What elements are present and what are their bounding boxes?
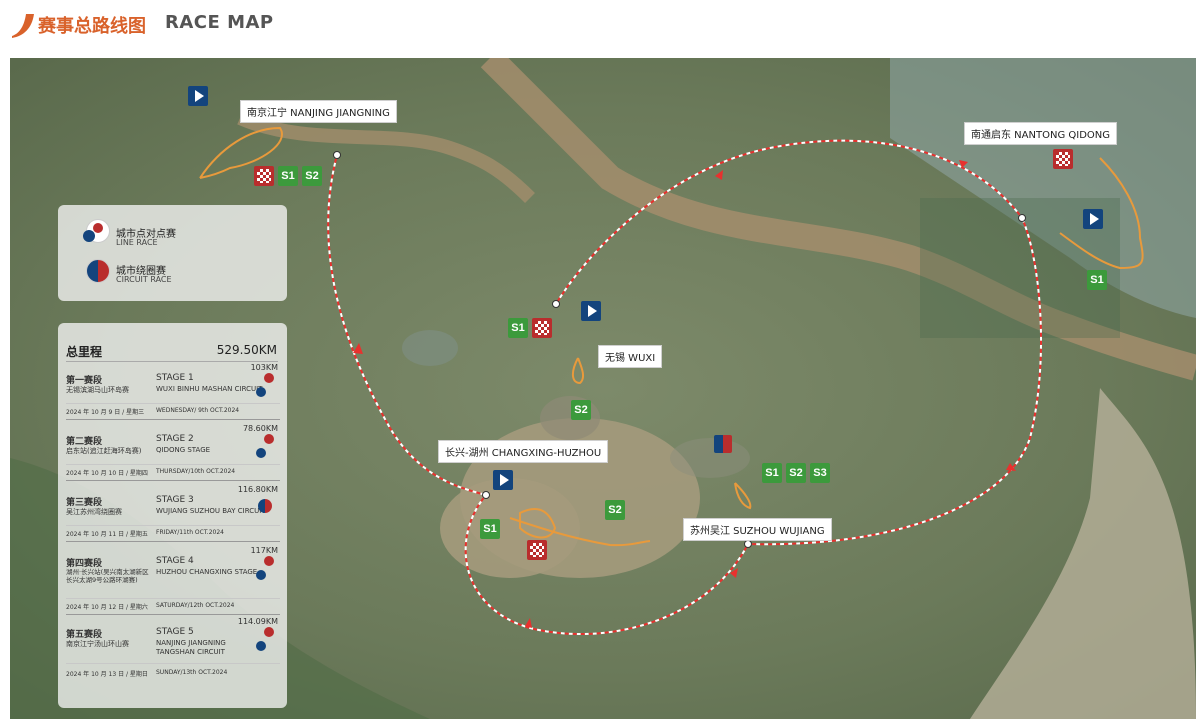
stage-badge-s1[interactable]: S1: [762, 463, 782, 483]
start-icon[interactable]: [493, 470, 513, 490]
stage-desc-en: WUJIANG SUZHOU BAY CIRCUIT: [156, 507, 266, 515]
stage-desc-en: HUZHOU CHANGXING STAGE: [156, 568, 258, 576]
stage-number-en: STAGE 3: [156, 495, 194, 505]
total-distance-label: 总里程: [66, 345, 103, 359]
stage-date-en: FRIDAY/11th OCT.2024: [156, 529, 224, 536]
stage-badge-s2[interactable]: S2: [786, 463, 806, 483]
stage-date-en: SATURDAY/12th OCT.2024: [156, 602, 235, 609]
stage-item-5[interactable]: 114.09KM 第五赛段 STAGE 5 南京江宁汤山环山赛 NANJING …: [66, 617, 280, 693]
stage-date-cn: 2024 年 10 月 11 日 / 星期五: [66, 531, 148, 538]
start-icon[interactable]: [188, 86, 208, 106]
stages-panel: 总里程 529.50KM 103KM 第一赛段 STAGE 1 无锡滨湖马山环岛…: [58, 323, 287, 708]
start-icon: [256, 387, 266, 397]
circuit-race-icon[interactable]: [714, 435, 732, 453]
stage-badge-s2[interactable]: S2: [571, 400, 591, 420]
legend-line-en: LINE RACE: [116, 238, 158, 247]
stage-item-4[interactable]: 117KM 第四赛段 STAGE 4 湖州·长兴站(吴兴南太湖新区长兴太湖9号公…: [66, 546, 280, 622]
stage-date-en: THURSDAY/10th OCT.2024: [156, 468, 236, 475]
start-icon[interactable]: [1083, 209, 1103, 229]
stage-date-cn: 2024 年 10 月 10 日 / 星期四: [66, 470, 148, 477]
stage-number-en: STAGE 5: [156, 627, 194, 637]
stage-distance: 117KM: [250, 546, 278, 555]
page-header: 赛事总路线图 RACE MAP: [0, 0, 1201, 56]
start-icon[interactable]: [581, 301, 601, 321]
finish-icon: [264, 434, 274, 444]
circuit-race-icon: [258, 499, 272, 513]
stage-date-cn: 2024 年 10 月 9 日 / 星期三: [66, 409, 145, 416]
start-icon: [256, 570, 266, 580]
finish-icon: [264, 373, 274, 383]
stage-badge-s1[interactable]: S1: [508, 318, 528, 338]
stage-date-en: WEDNESDAY/ 9th OCT.2024: [156, 407, 240, 414]
finish-icon[interactable]: [1053, 149, 1073, 169]
line-race-icon: [83, 219, 110, 243]
race-map[interactable]: 南京江宁 NANJING JIANGNING 南通启东 NANTONG QIDO…: [10, 58, 1196, 719]
stage-distance: 114.09KM: [237, 617, 278, 626]
city-label-wuxi: 无锡 WUXI: [598, 345, 663, 368]
stage-distance: 116.80KM: [237, 485, 278, 494]
stage-number-en: STAGE 2: [156, 434, 194, 444]
city-label-changxing: 长兴-湖州 CHANGXING-HUZHOU: [438, 440, 609, 463]
city-label-suzhou: 苏州吴江 SUZHOU WUJIANG: [683, 518, 832, 541]
stage-desc-cn: 吴江苏州湾绕圈赛: [66, 508, 122, 516]
brand-swoosh-icon: [12, 14, 34, 38]
stage-distance: 78.60KM: [242, 424, 278, 433]
legend-panel: 城市点对点赛 LINE RACE 城市绕圈赛 CIRCUIT RACE: [58, 205, 287, 301]
stage-distance: 103KM: [250, 363, 278, 372]
stage-date-cn: 2024 年 10 月 12 日 / 星期六: [66, 604, 148, 611]
stage-item-2[interactable]: 78.60KM 第二赛段 STAGE 2 启东站(追江赶海环岛赛) QIDONG…: [66, 424, 280, 488]
circuit-race-icon: [86, 259, 110, 283]
stage-badge-s2[interactable]: S2: [605, 500, 625, 520]
stage-badge-s1[interactable]: S1: [1087, 270, 1107, 290]
city-label-nanjing: 南京江宁 NANJING JIANGNING: [240, 100, 397, 123]
finish-icon[interactable]: [532, 318, 552, 338]
stage-desc-cn: 无锡滨湖马山环岛赛: [66, 386, 129, 394]
stage-desc-en: WUXI BINHU MASHAN CIRCUIT: [156, 385, 263, 393]
page-title-cn: 赛事总路线图: [38, 16, 146, 37]
city-label-nantong: 南通启东 NANTONG QIDONG: [964, 122, 1117, 145]
finish-icon: [264, 627, 274, 637]
stage-desc-cn: 启东站(追江赶海环岛赛): [66, 447, 142, 455]
stage-badge-s1[interactable]: S1: [480, 519, 500, 539]
stage-date-en: SUNDAY/13th OCT.2024: [156, 669, 228, 676]
stage-badge-s1[interactable]: S1: [278, 166, 298, 186]
stage-date-cn: 2024 年 10 月 13 日 / 星期日: [66, 671, 148, 678]
stage-item-3[interactable]: 116.80KM 第三赛段 STAGE 3 吴江苏州湾绕圈赛 WUJIANG S…: [66, 485, 280, 549]
total-distance-value: 529.50KM: [216, 343, 277, 357]
stage-badge-s2[interactable]: S2: [302, 166, 322, 186]
stage-number-en: STAGE 4: [156, 556, 194, 566]
stage-badge-s3[interactable]: S3: [810, 463, 830, 483]
stage-number-en: STAGE 1: [156, 373, 194, 383]
legend-circuit-en: CIRCUIT RACE: [116, 275, 172, 284]
finish-icon[interactable]: [254, 166, 274, 186]
stage-desc-cn: 湖州·长兴站(吴兴南太湖新区长兴太湖9号公路环湖赛): [66, 568, 149, 584]
stage-desc-en: QIDONG STAGE: [156, 446, 211, 454]
finish-icon[interactable]: [527, 540, 547, 560]
stage-desc-en: NANJING JIANGNING TANGSHAN CIRCUIT: [156, 639, 226, 656]
finish-icon: [264, 556, 274, 566]
start-icon: [256, 448, 266, 458]
stage-desc-cn: 南京江宁汤山环山赛: [66, 640, 129, 648]
start-icon: [256, 641, 266, 651]
page-title-en: RACE MAP: [165, 12, 274, 33]
stage-item-1[interactable]: 103KM 第一赛段 STAGE 1 无锡滨湖马山环岛赛 WUXI BINHU …: [66, 363, 280, 427]
